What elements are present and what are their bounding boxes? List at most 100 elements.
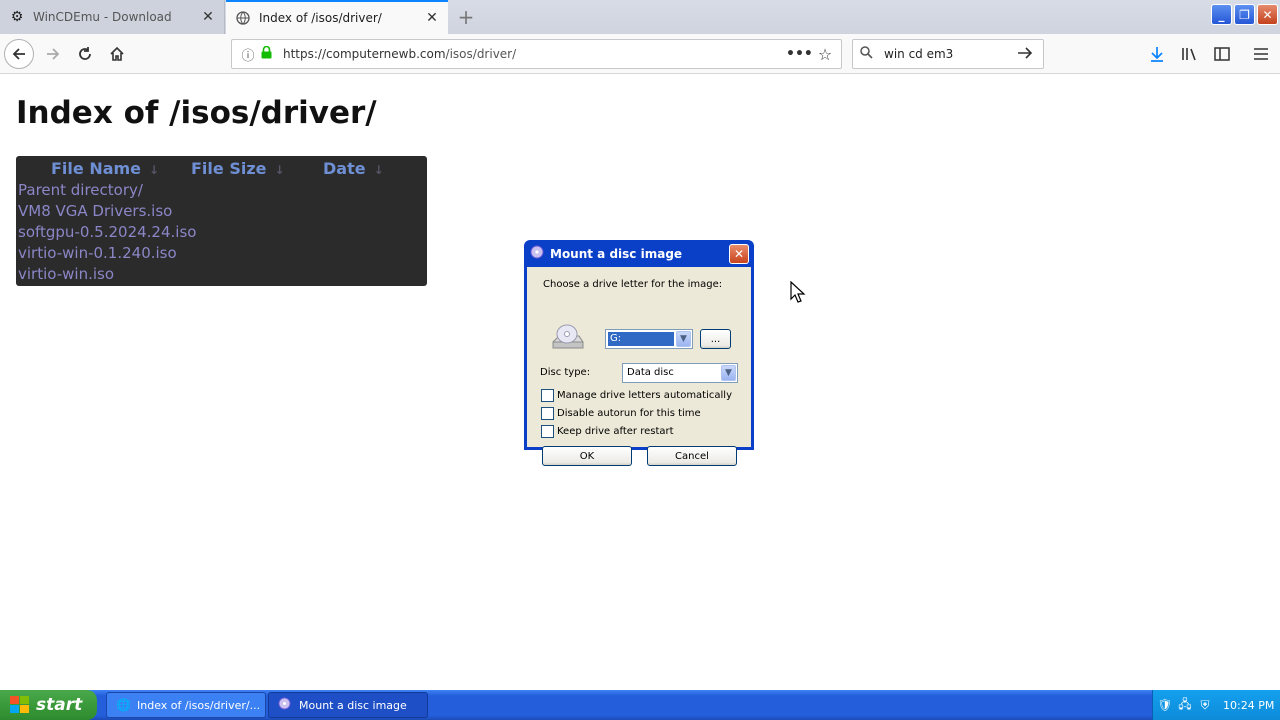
- cancel-button[interactable]: Cancel: [647, 446, 737, 466]
- file-listing-table: File Name ↓ File Size ↓ Date ↓ Parent direc…: [16, 156, 427, 286]
- choose-drive-label: Choose a drive letter for the image:: [543, 279, 723, 290]
- checkbox-label: Keep drive after restart: [557, 426, 674, 437]
- taskbar-item-browser[interactable]: 🌐 Index of /isos/driver/...: [106, 692, 266, 718]
- forward-button[interactable]: [38, 39, 68, 69]
- sidebar-icon: [1214, 47, 1230, 61]
- search-box[interactable]: win cd em3: [852, 39, 1044, 69]
- column-header-file-size[interactable]: File Size ↓: [191, 159, 285, 178]
- manage-drive-letters-checkbox[interactable]: Manage drive letters automatically: [541, 389, 732, 402]
- search-input[interactable]: win cd em3: [884, 47, 1017, 61]
- tab-strip: ⚙ WinCDEmu - Download ✕ Index of /isos/d…: [0, 0, 1280, 34]
- bookmark-star-icon[interactable]: ☆: [814, 45, 836, 64]
- keep-drive-checkbox[interactable]: Keep drive after restart: [541, 425, 674, 438]
- file-link[interactable]: softgpu-0.5.2024.24.iso: [18, 223, 196, 241]
- reload-icon: [79, 47, 91, 60]
- back-button[interactable]: [4, 39, 34, 69]
- network-icon[interactable]: 🖧: [1177, 695, 1193, 716]
- taskbar-item-mount-dialog[interactable]: Mount a disc image: [268, 692, 428, 718]
- column-header-file-name[interactable]: File Name ↓: [51, 159, 159, 178]
- cd-drive-icon: [552, 324, 584, 349]
- tab-index-of-isos-driver[interactable]: Index of /isos/driver/ ✕: [226, 0, 448, 34]
- home-button[interactable]: [102, 39, 132, 69]
- file-link[interactable]: VM8 VGA Drivers.iso: [18, 202, 172, 220]
- close-tab-icon[interactable]: ✕: [424, 10, 440, 26]
- dialog-close-button[interactable]: ✕: [729, 244, 749, 264]
- column-header-label: File Size: [191, 159, 267, 178]
- menu-button[interactable]: [1247, 39, 1275, 69]
- url-domain: https://computernewb.com: [283, 47, 446, 61]
- drive-letter-select[interactable]: G: ▼: [605, 329, 693, 349]
- checkbox-box[interactable]: [541, 389, 554, 402]
- reload-button[interactable]: [70, 39, 100, 69]
- browse-button[interactable]: ...: [700, 329, 731, 349]
- chevron-down-icon[interactable]: ▼: [721, 365, 736, 381]
- info-icon[interactable]: ⓘ: [240, 45, 256, 64]
- globe-icon: [235, 10, 251, 26]
- disc-type-label: Disc type:: [540, 367, 591, 378]
- column-header-date[interactable]: Date ↓: [323, 159, 384, 178]
- close-tab-icon[interactable]: ✕: [200, 9, 216, 25]
- sort-arrow-icon: ↓: [149, 163, 160, 177]
- taskbar-item-label: Index of /isos/driver/...: [137, 698, 261, 712]
- security-shield-icon[interactable]: 🛡: [1157, 698, 1173, 712]
- alert-shield-icon[interactable]: ⛨: [1197, 698, 1213, 713]
- table-row: VM8 VGA Drivers.iso: [16, 201, 427, 222]
- column-header-label: Date: [323, 159, 366, 178]
- mouse-cursor-icon: [790, 281, 806, 303]
- file-link[interactable]: virtio-win-0.1.240.iso: [18, 244, 177, 262]
- restore-button[interactable]: ❐: [1234, 4, 1255, 25]
- arrow-right-icon: [47, 48, 60, 60]
- sidebar-button[interactable]: [1208, 39, 1236, 69]
- disc-type-value: Data disc: [627, 367, 674, 378]
- disc-icon: [278, 697, 294, 713]
- address-bar[interactable]: ⓘ https://computernewb.com/isos/driver/ …: [231, 39, 842, 69]
- checkbox-label: Disable autorun for this time: [557, 408, 701, 419]
- chevron-down-icon[interactable]: ▼: [676, 331, 691, 347]
- library-icon: [1182, 48, 1196, 61]
- dialog-body: Choose a drive letter for the image: G: …: [527, 267, 751, 466]
- navigation-toolbar: ⓘ https://computernewb.com/isos/driver/ …: [0, 34, 1280, 74]
- minimize-button[interactable]: _: [1211, 4, 1232, 25]
- dialog-titlebar[interactable]: Mount a disc image: [527, 240, 751, 267]
- ok-button[interactable]: OK: [542, 446, 632, 466]
- tab-title: Index of /isos/driver/: [259, 11, 382, 25]
- windows-logo-icon: [10, 696, 30, 714]
- checkbox-box[interactable]: [541, 425, 554, 438]
- checkbox-box[interactable]: [541, 407, 554, 420]
- url-text[interactable]: https://computernewb.com/isos/driver/: [283, 47, 786, 61]
- lock-icon[interactable]: [261, 45, 275, 62]
- taskbar: start 🌐 Index of /isos/driver/... Mount …: [0, 690, 1280, 720]
- search-go-arrow-icon[interactable]: [1017, 45, 1037, 64]
- clock[interactable]: 10:24 PM: [1223, 699, 1274, 712]
- table-row: Parent directory/: [16, 180, 427, 201]
- page-title: Index of /isos/driver/: [16, 95, 377, 131]
- file-link[interactable]: Parent directory/: [18, 181, 143, 199]
- sort-arrow-icon: ↓: [373, 163, 384, 177]
- new-tab-button[interactable]: +: [455, 5, 477, 29]
- tab-wincdemu-download[interactable]: ⚙ WinCDEmu - Download ✕: [0, 0, 225, 34]
- table-row: softgpu-0.5.2024.24.iso: [16, 222, 427, 243]
- system-tray: 🛡 🖧 ⛨ 10:24 PM: [1152, 690, 1280, 720]
- mount-disc-image-dialog: Mount a disc image ✕ Choose a drive lett…: [524, 240, 754, 466]
- page-actions-icon[interactable]: •••: [786, 46, 813, 62]
- library-button[interactable]: [1176, 39, 1204, 69]
- download-icon: [1151, 47, 1163, 62]
- gear-icon: ⚙: [10, 9, 24, 25]
- column-header-label: File Name: [51, 159, 142, 178]
- disable-autorun-checkbox[interactable]: Disable autorun for this time: [541, 407, 701, 420]
- downloads-button[interactable]: [1143, 39, 1171, 69]
- search-icon: [860, 45, 878, 63]
- window-controls: _ ❐ ✕: [1211, 4, 1278, 25]
- close-window-button[interactable]: ✕: [1257, 4, 1278, 25]
- file-link[interactable]: virtio-win.iso: [18, 265, 114, 283]
- start-button[interactable]: start: [0, 690, 97, 720]
- arrow-left-icon: [12, 48, 25, 60]
- drive-letter-value: G:: [608, 332, 674, 346]
- url-path: /isos/driver/: [445, 47, 517, 61]
- table-row: virtio-win-0.1.240.iso: [16, 243, 427, 264]
- disc-type-select[interactable]: Data disc ▼: [622, 363, 738, 383]
- checkbox-label: Manage drive letters automatically: [557, 390, 732, 401]
- dialog-title: Mount a disc image: [550, 246, 683, 261]
- table-row: virtio-win.iso: [16, 264, 427, 285]
- start-label: start: [36, 695, 83, 715]
